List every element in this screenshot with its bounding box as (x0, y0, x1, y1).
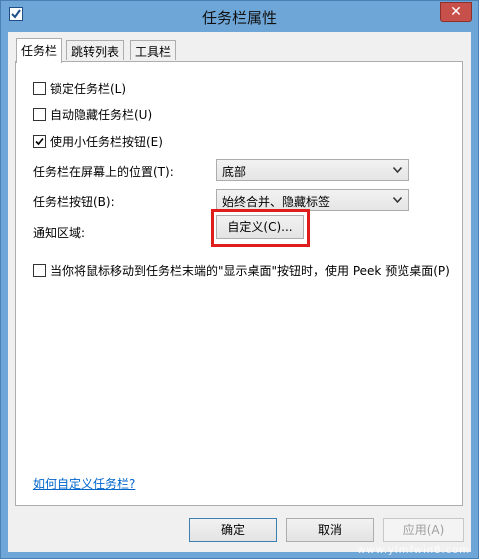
peek-option[interactable]: 当你将鼠标移动到任务栏末端的"显示桌面"按钮时，使用 Peek 预览桌面(P) (33, 262, 450, 278)
lock-taskbar-checkbox[interactable] (33, 81, 46, 95)
taskbar-properties-window: 任务栏属性 ✕ 任务栏 跳转列表 工具栏 锁定任务栏(L) 自动隐藏任务栏(U) (0, 0, 479, 559)
checkmark-icon (35, 137, 44, 145)
watermark: www.ylmfwin8.com (357, 545, 470, 556)
lock-taskbar-option[interactable]: 锁定任务栏(L) (33, 80, 126, 96)
taskbar-buttons-label: 任务栏按钮(B): (33, 195, 115, 209)
apply-button[interactable]: 应用(A) (383, 518, 464, 542)
position-value: 底部 (222, 165, 247, 179)
close-button[interactable]: ✕ (440, 2, 472, 22)
chevron-down-icon (393, 197, 402, 203)
cancel-button[interactable]: 取消 (286, 518, 374, 542)
title-bar[interactable]: 任务栏属性 ✕ (1, 1, 478, 31)
customize-button[interactable]: 自定义(C)... (216, 215, 304, 239)
dialog-client-area: 任务栏 跳转列表 工具栏 锁定任务栏(L) 自动隐藏任务栏(U) 使用小任务栏按… (8, 32, 471, 552)
small-buttons-label: 使用小任务栏按钮(E) (50, 134, 163, 149)
position-label: 任务栏在屏幕上的位置(T): (33, 165, 174, 179)
close-icon: ✕ (450, 4, 462, 20)
lock-taskbar-label: 锁定任务栏(L) (50, 81, 127, 96)
ok-button[interactable]: 确定 (189, 518, 277, 542)
chevron-down-icon (393, 167, 402, 173)
auto-hide-label: 自动隐藏任务栏(U) (50, 107, 153, 122)
auto-hide-option[interactable]: 自动隐藏任务栏(U) (33, 106, 152, 122)
auto-hide-checkbox[interactable] (33, 107, 46, 121)
tab-toolbars[interactable]: 工具栏 (130, 40, 177, 60)
tab-taskbar[interactable]: 任务栏 (16, 38, 63, 63)
window-title: 任务栏属性 (201, 9, 277, 27)
tab-jump-lists[interactable]: 跳转列表 (66, 40, 125, 60)
peek-label: 当你将鼠标移动到任务栏末端的"显示桌面"按钮时，使用 Peek 预览桌面(P) (50, 263, 450, 278)
notification-area-label: 通知区域: (33, 226, 86, 240)
taskbar-tab-panel: 锁定任务栏(L) 自动隐藏任务栏(U) 使用小任务栏按钮(E) 任务栏在屏幕上的… (15, 61, 463, 506)
small-buttons-checkbox[interactable] (33, 134, 46, 148)
small-buttons-option[interactable]: 使用小任务栏按钮(E) (33, 133, 163, 149)
taskbar-buttons-value: 始终合并、隐藏标签 (222, 195, 331, 209)
peek-checkbox[interactable] (33, 263, 46, 277)
help-link[interactable]: 如何自定义任务栏? (33, 475, 135, 492)
taskbar-buttons-select[interactable]: 始终合并、隐藏标签 (216, 189, 409, 211)
position-select[interactable]: 底部 (216, 159, 409, 181)
